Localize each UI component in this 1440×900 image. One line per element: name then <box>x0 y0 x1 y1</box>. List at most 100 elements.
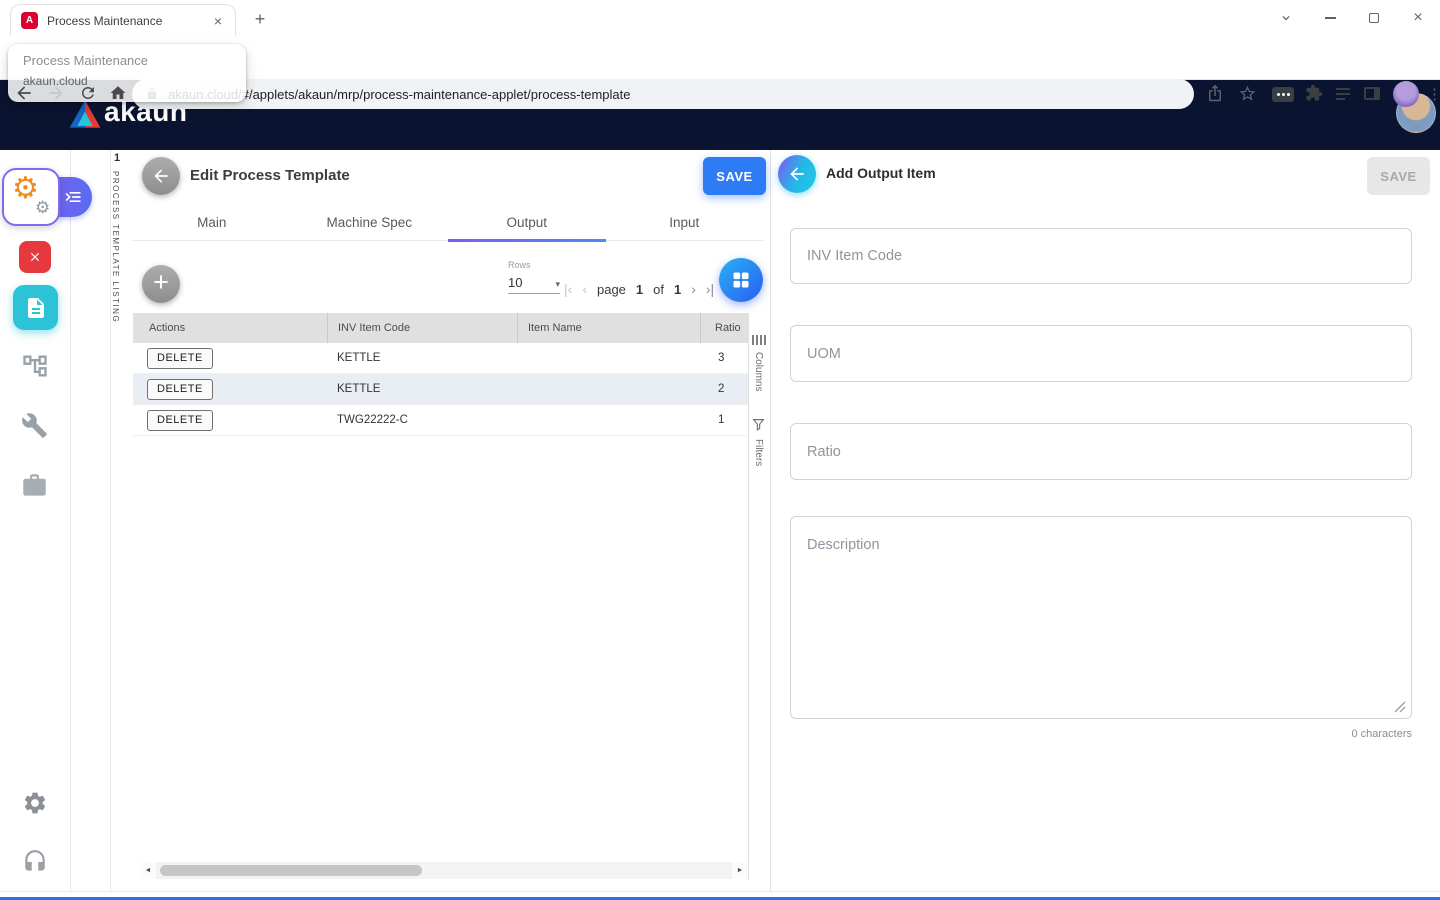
hovercard-title: Process Maintenance <box>23 53 231 68</box>
applet-item-flowchart[interactable] <box>21 352 49 380</box>
chevron-down-icon <box>1279 11 1293 25</box>
uom-field[interactable] <box>790 325 1412 382</box>
cell-ratio: 3 <box>700 343 748 373</box>
table-row: DELETE KETTLE 3 <box>133 343 748 374</box>
cell-inv-item-code: KETTLE <box>327 374 517 404</box>
inv-item-code-input[interactable] <box>791 229 1411 283</box>
pagination-total-pages: 1 <box>674 282 681 297</box>
url-bar[interactable]: akaun.cloud/#/applets/akaun/mrp/process-… <box>132 79 1194 109</box>
pagination: |‹ ‹ page 1 of 1 › ›| <box>564 281 714 297</box>
columns-icon <box>752 335 766 345</box>
browser-profile-avatar[interactable] <box>1393 81 1419 107</box>
pagination-next-button[interactable]: › <box>691 281 696 297</box>
applet-switcher-button[interactable]: ⚙ ⚙ <box>2 168 94 226</box>
column-header-actions: Actions <box>133 313 327 343</box>
rows-per-page-select[interactable]: 10 ▾ <box>508 275 560 294</box>
pagination-prev-button[interactable]: ‹ <box>582 281 587 297</box>
browser-home-button[interactable] <box>109 84 127 102</box>
page-title: Edit Process Template <box>190 167 350 184</box>
column-header-item-name: Item Name <box>517 313 700 343</box>
add-row-button[interactable]: + <box>142 265 180 303</box>
cell-ratio: 1 <box>700 405 748 435</box>
browser-refresh-button[interactable] <box>79 84 97 102</box>
pagination-of-word: of <box>653 282 664 297</box>
horizontal-scrollbar[interactable]: ◄ ► <box>140 862 748 879</box>
tab-close-icon[interactable]: × <box>211 13 225 29</box>
extension-list-icon[interactable] <box>1336 88 1350 100</box>
pagination-current-page: 1 <box>636 282 643 297</box>
pagination-last-button[interactable]: ›| <box>706 281 714 297</box>
rows-per-page-value: 10 <box>508 275 522 290</box>
columns-side-tab[interactable]: Columns <box>753 352 764 391</box>
side-panel-icon[interactable] <box>1364 87 1380 100</box>
scroll-right-button[interactable]: ► <box>732 862 748 879</box>
applet-item-tools[interactable] <box>21 412 48 439</box>
applet-item-red[interactable] <box>19 241 51 273</box>
cell-item-name <box>517 343 700 373</box>
tab-hovercard: Process Maintenance akaun.cloud <box>8 44 246 102</box>
column-header-ratio: Ratio <box>700 313 748 343</box>
browser-forward-button[interactable] <box>46 83 66 103</box>
save-button[interactable]: SAVE <box>703 157 766 195</box>
extensions-puzzle-icon[interactable] <box>1305 84 1323 102</box>
tab-machine-spec[interactable]: Machine Spec <box>291 204 449 240</box>
dropdown-caret-icon: ▾ <box>555 279 560 290</box>
scrollbar-track[interactable] <box>156 862 732 879</box>
pagination-first-button[interactable]: |‹ <box>564 281 572 297</box>
inv-item-code-field[interactable] <box>790 228 1412 284</box>
right-back-button[interactable] <box>778 155 816 193</box>
char-count: 0 characters <box>790 728 1412 740</box>
description-input[interactable] <box>791 517 1411 718</box>
menu-open-icon <box>63 187 83 207</box>
share-icon[interactable] <box>1206 84 1224 102</box>
resize-handle-icon[interactable] <box>1394 701 1406 713</box>
tab-output[interactable]: Output <box>448 204 606 240</box>
applet-item-documents[interactable] <box>13 285 58 330</box>
sidebar-settings-icon[interactable] <box>22 790 48 816</box>
tab-main[interactable]: Main <box>133 204 291 240</box>
plus-icon: + <box>153 269 169 296</box>
delete-button[interactable]: DELETE <box>147 410 213 431</box>
scroll-left-button[interactable]: ◄ <box>140 862 156 879</box>
minimize-icon <box>1325 17 1336 19</box>
window-close-button[interactable]: × <box>1396 0 1440 36</box>
extension-badge-icon[interactable] <box>1272 87 1294 102</box>
cell-item-name <box>517 374 700 404</box>
gear-small-icon: ⚙ <box>35 199 50 216</box>
arrow-back-icon <box>787 164 807 184</box>
ratio-field[interactable] <box>790 423 1412 480</box>
window-minimize-button[interactable] <box>1308 0 1352 36</box>
right-save-button[interactable]: SAVE <box>1367 157 1430 195</box>
tab-bar: Main Machine Spec Output Input <box>133 204 763 241</box>
listing-count: 1 <box>114 152 120 164</box>
applet-item-business[interactable] <box>21 472 48 499</box>
delete-button[interactable]: DELETE <box>147 348 213 369</box>
column-header-inv-item-code: INV Item Code <box>327 313 517 343</box>
ratio-input[interactable] <box>791 424 1411 479</box>
cell-inv-item-code: TWG22222-C <box>327 405 517 435</box>
sidebar-support-icon[interactable] <box>22 849 48 875</box>
columns-grid-button[interactable] <box>719 258 763 302</box>
window-maximize-button[interactable] <box>1352 0 1396 36</box>
arrow-back-icon <box>151 166 171 186</box>
delete-button[interactable]: DELETE <box>147 379 213 400</box>
active-applet-badge[interactable]: ⚙ ⚙ <box>2 168 60 226</box>
panel-divider <box>770 150 771 891</box>
cell-inv-item-code: KETTLE <box>327 343 517 373</box>
document-icon <box>24 296 48 320</box>
scrollbar-thumb[interactable] <box>160 865 422 876</box>
window-chevron-button[interactable] <box>1264 0 1308 36</box>
output-items-table: Actions INV Item Code Item Name Ratio DE… <box>133 313 748 436</box>
bookmark-star-icon[interactable] <box>1238 84 1257 103</box>
uom-input[interactable] <box>791 326 1411 381</box>
filters-side-tab[interactable]: Filters <box>753 439 764 466</box>
new-tab-button[interactable]: + <box>249 8 271 30</box>
browser-menu-kebab-icon[interactable]: ⋮ <box>1427 85 1440 103</box>
tab-input[interactable]: Input <box>606 204 764 240</box>
listing-vertical-label: PROCESS TEMPLATE LISTING <box>111 171 120 323</box>
browser-tab[interactable]: A Process Maintenance × <box>10 4 236 36</box>
description-field[interactable] <box>790 516 1412 719</box>
browser-back-button[interactable] <box>14 83 34 103</box>
back-button[interactable] <box>142 157 180 195</box>
table-row: DELETE TWG22222-C 1 <box>133 405 748 436</box>
